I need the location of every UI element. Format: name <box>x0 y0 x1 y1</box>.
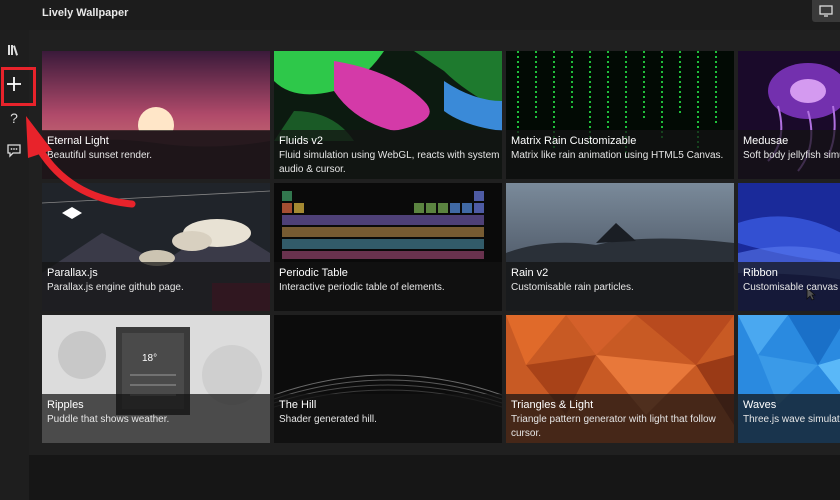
app-title: Lively Wallpaper <box>42 7 129 19</box>
tile-caption: Medusae Soft body jellyfish simulation. <box>738 130 840 179</box>
tile-caption: Matrix Rain Customizable Matrix like rai… <box>506 130 734 179</box>
app-window: Lively Wallpaper ? Eternal Light Beautif… <box>0 0 840 500</box>
tile-caption: Waves Three.js wave simulation. <box>738 394 840 443</box>
wallpaper-tile-fluids-v2[interactable]: Fluids v2 Fluid simulation using WebGL, … <box>274 51 502 179</box>
wallpaper-title: Eternal Light <box>47 135 109 147</box>
help-icon: ? <box>10 110 18 126</box>
wallpaper-description: Beautiful sunset render. <box>47 150 153 161</box>
tile-caption: Ribbon Customisable canvas ribbon. <box>738 262 840 311</box>
wallpaper-title: Matrix Rain Customizable <box>511 135 637 147</box>
weather-temperature: 18° <box>142 353 158 364</box>
wallpaper-description: Three.js wave simulation. <box>743 414 840 425</box>
wallpaper-title: Fluids v2 <box>279 135 324 147</box>
wallpaper-description: Matrix like rain animation using HTML5 C… <box>511 150 724 161</box>
wallpaper-grid: Eternal Light Beautiful sunset render. F… <box>42 51 840 443</box>
wallpaper-description: Customisable rain particles. <box>511 282 634 293</box>
wallpaper-description: Shader generated hill. <box>279 414 377 425</box>
title-bar: Lively Wallpaper <box>0 0 840 30</box>
wallpaper-title: Parallax.js <box>47 267 98 279</box>
wallpaper-description: Fluid simulation using WebGL, reacts wit… <box>279 150 500 175</box>
screen-layout-button[interactable] <box>812 0 840 22</box>
monitor-icon <box>819 5 833 17</box>
wallpaper-title: Ripples <box>47 399 84 411</box>
tile-caption: Rain v2 Customisable rain particles. <box>506 262 734 311</box>
wallpaper-description: Soft body jellyfish simulation. <box>743 150 840 161</box>
wallpaper-title: Periodic Table <box>279 267 348 279</box>
wallpaper-tile-the-hill[interactable]: The Hill Shader generated hill. <box>274 315 502 443</box>
wallpaper-description: Customisable canvas ribbon. <box>743 282 840 293</box>
wallpaper-tile-rain-v2[interactable]: Rain v2 Customisable rain particles. <box>506 183 734 311</box>
tile-caption: Eternal Light Beautiful sunset render. <box>42 130 270 179</box>
sidebar-item-library[interactable] <box>0 38 29 62</box>
tile-caption: Periodic Table Interactive periodic tabl… <box>274 262 502 311</box>
wallpaper-description: Puddle that shows weather. <box>47 414 170 425</box>
sidebar-item-help[interactable]: ? <box>0 106 29 130</box>
annotation-highlight-box <box>1 67 36 106</box>
wallpaper-tile-matrix-rain[interactable]: Matrix Rain Customizable Matrix like rai… <box>506 51 734 179</box>
tile-caption: Fluids v2 Fluid simulation using WebGL, … <box>274 130 502 179</box>
wallpaper-tile-ribbon[interactable]: Ribbon Customisable canvas ribbon. <box>738 183 840 311</box>
wallpaper-tile-ripples[interactable]: 18° Ripples Puddle that shows weather. <box>42 315 270 443</box>
wallpaper-title: The Hill <box>279 399 317 411</box>
wallpaper-description: Interactive periodic table of elements. <box>279 282 445 293</box>
bottom-area <box>29 455 840 500</box>
wallpaper-title: Medusae <box>743 135 789 147</box>
tile-caption: The Hill Shader generated hill. <box>274 394 502 443</box>
tile-caption: Ripples Puddle that shows weather. <box>42 394 270 443</box>
tile-caption: Parallax.js Parallax.js engine github pa… <box>42 262 270 311</box>
wallpaper-tile-parallax-js[interactable]: Parallax.js Parallax.js engine github pa… <box>42 183 270 311</box>
svg-text:?: ? <box>10 110 18 126</box>
sidebar-item-feedback[interactable] <box>0 138 29 162</box>
wallpaper-tile-triangles-light[interactable]: Triangles & Light Triangle pattern gener… <box>506 315 734 443</box>
wallpaper-description: Parallax.js engine github page. <box>47 282 184 293</box>
wallpaper-title: Ribbon <box>743 267 778 279</box>
tile-caption: Triangles & Light Triangle pattern gener… <box>506 394 734 443</box>
wallpaper-tile-waves[interactable]: Waves Three.js wave simulation. <box>738 315 840 443</box>
wallpaper-title: Triangles & Light <box>511 399 594 411</box>
wallpaper-title: Waves <box>743 399 777 411</box>
wallpaper-tile-periodic-table[interactable]: Periodic Table Interactive periodic tabl… <box>274 183 502 311</box>
wallpaper-title: Rain v2 <box>511 267 549 279</box>
wallpaper-tile-eternal-light[interactable]: Eternal Light Beautiful sunset render. <box>42 51 270 179</box>
chat-icon <box>7 144 21 158</box>
wallpaper-tile-medusae[interactable]: Medusae Soft body jellyfish simulation. <box>738 51 840 179</box>
library-icon <box>8 45 18 56</box>
wallpaper-description: Triangle pattern generator with light th… <box>511 414 716 439</box>
